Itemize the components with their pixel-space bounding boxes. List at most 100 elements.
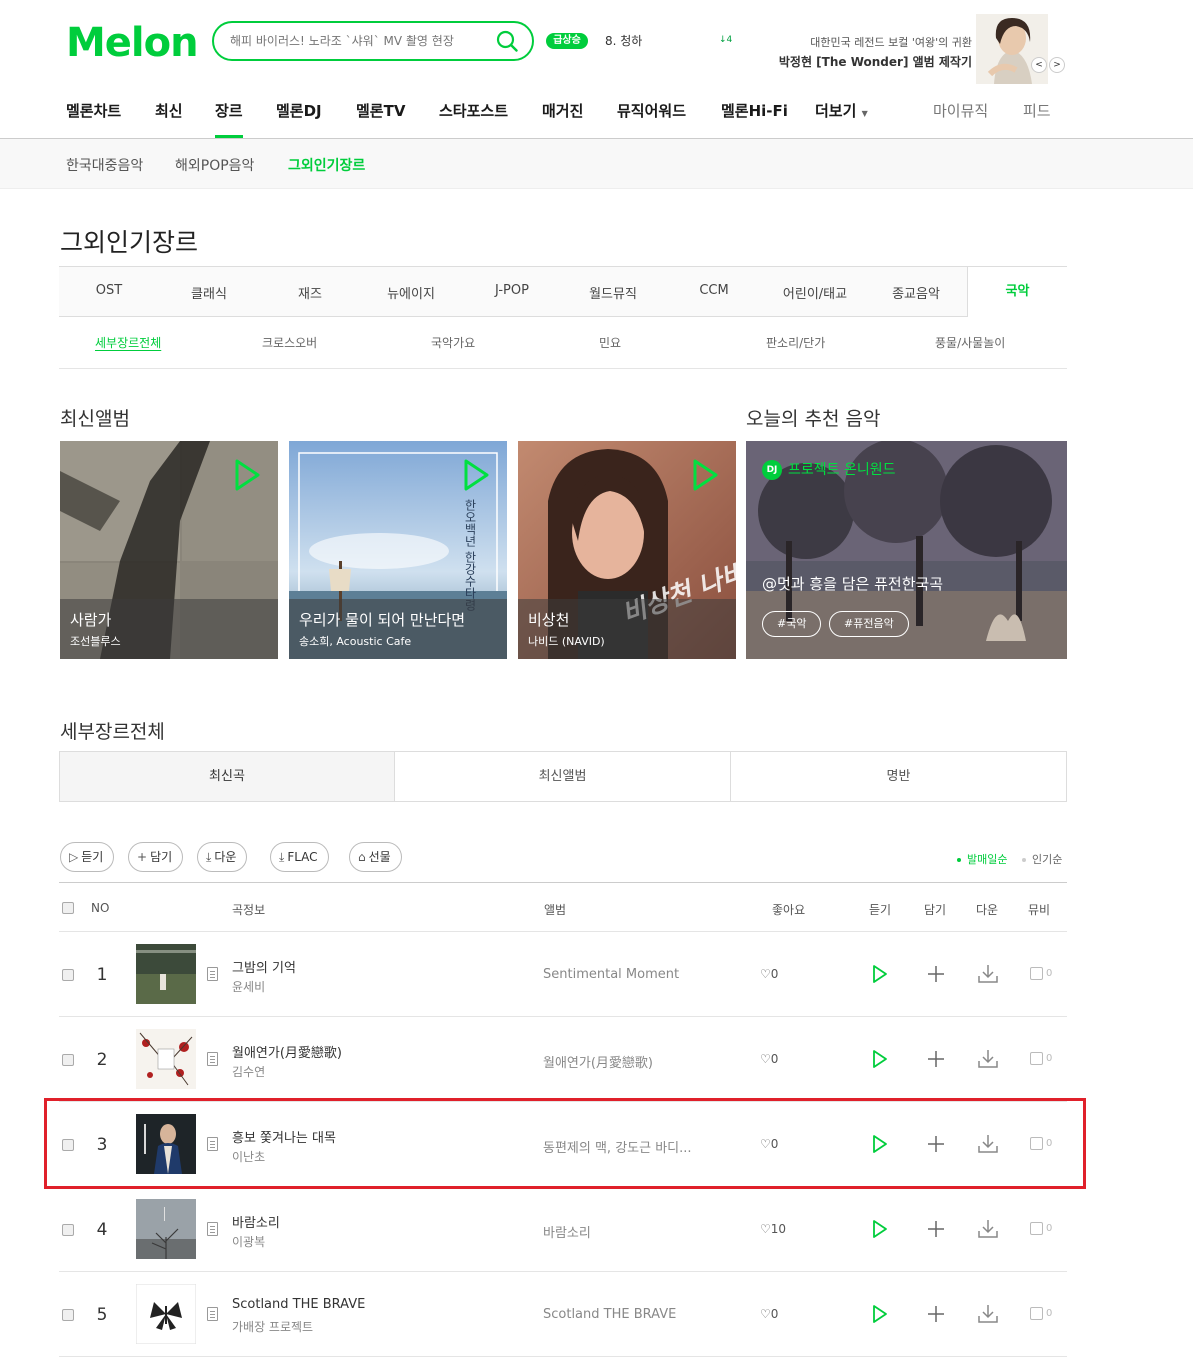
- song-title[interactable]: 바람소리: [232, 1212, 280, 1231]
- play-icon[interactable]: [871, 963, 889, 985]
- album-artist[interactable]: 송소희, Acoustic Cafe: [299, 633, 411, 649]
- download-button[interactable]: ⤓ 다운: [197, 842, 248, 872]
- recommend-card[interactable]: DJ 프로젝트 온니원드 @멋과 흥을 담은 퓨전한국곡 #국악 #퓨전음악: [746, 441, 1067, 659]
- genre-tab-ccm[interactable]: CCM: [664, 283, 764, 298]
- album-card[interactable]: 한오백년 한강수타령 우리가 물이 되어 만난다면 송소희, Acoustic …: [289, 441, 507, 659]
- rising-keyword[interactable]: 8. 청하: [605, 32, 642, 49]
- plus-icon[interactable]: [927, 1050, 945, 1068]
- genre-tab-newage[interactable]: 뉴에이지: [361, 283, 461, 302]
- subgenre-pungmul[interactable]: 풍물/사물놀이: [935, 334, 1005, 351]
- album-thumbnail[interactable]: [136, 1284, 196, 1344]
- genre-tab-world[interactable]: 월드뮤직: [563, 283, 663, 302]
- song-artist[interactable]: 가배장 프로젝트: [232, 1318, 313, 1335]
- play-icon[interactable]: [871, 1048, 889, 1070]
- search-input[interactable]: [230, 31, 480, 51]
- nav-latest[interactable]: 최신: [155, 100, 183, 121]
- play-icon[interactable]: [871, 1303, 889, 1325]
- sort-by-release[interactable]: 발매일순: [957, 851, 1007, 867]
- promo-title[interactable]: 박정현 [The Wonder] 앨범 제작기: [740, 53, 972, 70]
- tab-latest-albums[interactable]: 최신앨범: [395, 752, 731, 801]
- promo-next-button[interactable]: >: [1049, 57, 1065, 73]
- album-name[interactable]: Scotland THE BRAVE: [543, 1307, 676, 1322]
- mv-icon[interactable]: [1030, 1052, 1043, 1065]
- album-title[interactable]: 비상천: [528, 609, 569, 630]
- tab-latest-songs[interactable]: 최신곡: [60, 752, 395, 801]
- promo-prev-button[interactable]: <: [1031, 57, 1047, 73]
- album-card[interactable]: 비상천 나비드 비상천 나비드 (NAVID): [518, 441, 736, 659]
- song-artist[interactable]: 이광복: [232, 1233, 265, 1250]
- download-icon[interactable]: [977, 1304, 999, 1324]
- subgenre-minyo[interactable]: 민요: [599, 334, 621, 351]
- album-artist[interactable]: 나비드 (NAVID): [528, 633, 605, 649]
- tag-button[interactable]: #퓨전음악: [829, 611, 909, 637]
- gift-button[interactable]: ⌂ 선물: [349, 842, 402, 872]
- genre-tab-gugak[interactable]: 국악: [967, 266, 1067, 317]
- row-checkbox[interactable]: [62, 969, 74, 981]
- album-name[interactable]: Sentimental Moment: [543, 967, 679, 982]
- genre-tab-classic[interactable]: 클래식: [159, 283, 259, 302]
- row-checkbox[interactable]: [62, 1309, 74, 1321]
- dj-name[interactable]: DJ 프로젝트 온니원드: [762, 459, 896, 480]
- promo-image[interactable]: [976, 14, 1048, 84]
- subnav-korean-pop[interactable]: 한국대중음악: [66, 155, 143, 175]
- tag-button[interactable]: #국악: [762, 611, 822, 637]
- nav-melon-hifi[interactable]: 멜론Hi-Fi: [721, 100, 788, 121]
- plus-icon[interactable]: [927, 1305, 945, 1323]
- nav-melon-tv[interactable]: 멜론TV: [356, 100, 405, 121]
- download-icon[interactable]: [977, 1219, 999, 1239]
- nav-genre[interactable]: 장르: [215, 100, 243, 138]
- nav-my-music[interactable]: 마이뮤직: [933, 100, 988, 121]
- search-icon[interactable]: [496, 30, 518, 52]
- album-thumbnail[interactable]: [136, 1029, 196, 1089]
- like-button[interactable]: ♡10: [760, 1222, 786, 1236]
- search-box[interactable]: [212, 21, 534, 61]
- download-icon[interactable]: [977, 1049, 999, 1069]
- subgenre-gugak-gayo[interactable]: 국악가요: [431, 334, 475, 351]
- album-name[interactable]: 바람소리: [543, 1222, 591, 1241]
- plus-icon[interactable]: [927, 965, 945, 983]
- lyrics-icon[interactable]: [207, 1307, 218, 1321]
- recommend-card-title[interactable]: @멋과 흥을 담은 퓨전한국곡: [762, 573, 943, 594]
- subgenre-pansori[interactable]: 판소리/단가: [766, 334, 825, 351]
- mv-icon[interactable]: [1030, 1222, 1043, 1235]
- table-row[interactable]: 1 그밤의 기억 윤세비 Sentimental Moment ♡0 0: [59, 932, 1067, 1017]
- song-title[interactable]: Scotland THE BRAVE: [232, 1297, 365, 1312]
- nav-star-post[interactable]: 스타포스트: [439, 100, 508, 121]
- song-artist[interactable]: 윤세비: [232, 978, 265, 995]
- genre-tab-ost[interactable]: OST: [59, 283, 159, 298]
- album-title[interactable]: 사람가: [70, 609, 111, 630]
- play-icon[interactable]: [871, 1218, 889, 1240]
- sort-by-popularity[interactable]: 인기순: [1022, 851, 1062, 867]
- album-name[interactable]: 월애연가(月愛戀歌): [543, 1052, 653, 1071]
- genre-tab-kids[interactable]: 어린이/태교: [765, 283, 865, 302]
- nav-more[interactable]: 더보기 ▼: [815, 100, 868, 121]
- subgenre-crossover[interactable]: 크로스오버: [262, 334, 317, 351]
- subgenre-all[interactable]: 세부장르전체: [95, 334, 161, 351]
- add-button[interactable]: + 담기: [128, 842, 184, 872]
- song-artist[interactable]: 김수연: [232, 1063, 265, 1080]
- nav-music-awards[interactable]: 뮤직어워드: [617, 100, 686, 121]
- album-card[interactable]: 사람가 조선블루스: [60, 441, 278, 659]
- song-title[interactable]: 그밤의 기억: [232, 957, 296, 976]
- melon-logo[interactable]: Melon: [66, 20, 199, 66]
- album-thumbnail[interactable]: [136, 1199, 196, 1259]
- song-title[interactable]: 월애연가(月愛戀歌): [232, 1042, 342, 1061]
- download-icon[interactable]: [977, 964, 999, 984]
- genre-tab-jazz[interactable]: 재즈: [260, 283, 360, 302]
- album-thumbnail[interactable]: [136, 944, 196, 1004]
- flac-button[interactable]: ⤓ FLAC: [270, 842, 329, 872]
- genre-tab-jpop[interactable]: J-POP: [462, 283, 562, 298]
- row-checkbox[interactable]: [62, 1224, 74, 1236]
- like-button[interactable]: ♡0: [760, 967, 778, 981]
- nav-feed[interactable]: 피드: [1023, 100, 1051, 121]
- nav-melon-chart[interactable]: 멜론차트: [66, 100, 121, 121]
- album-title[interactable]: 우리가 물이 되어 만난다면: [299, 609, 465, 630]
- lyrics-icon[interactable]: [207, 967, 218, 981]
- genre-tab-religious[interactable]: 종교음악: [866, 283, 966, 302]
- lyrics-icon[interactable]: [207, 1222, 218, 1236]
- select-all-checkbox[interactable]: [62, 902, 74, 914]
- subnav-foreign-pop[interactable]: 해외POP음악: [175, 155, 254, 175]
- play-icon[interactable]: [690, 457, 720, 493]
- like-button[interactable]: ♡0: [760, 1052, 778, 1066]
- nav-magazine[interactable]: 매거진: [542, 100, 583, 121]
